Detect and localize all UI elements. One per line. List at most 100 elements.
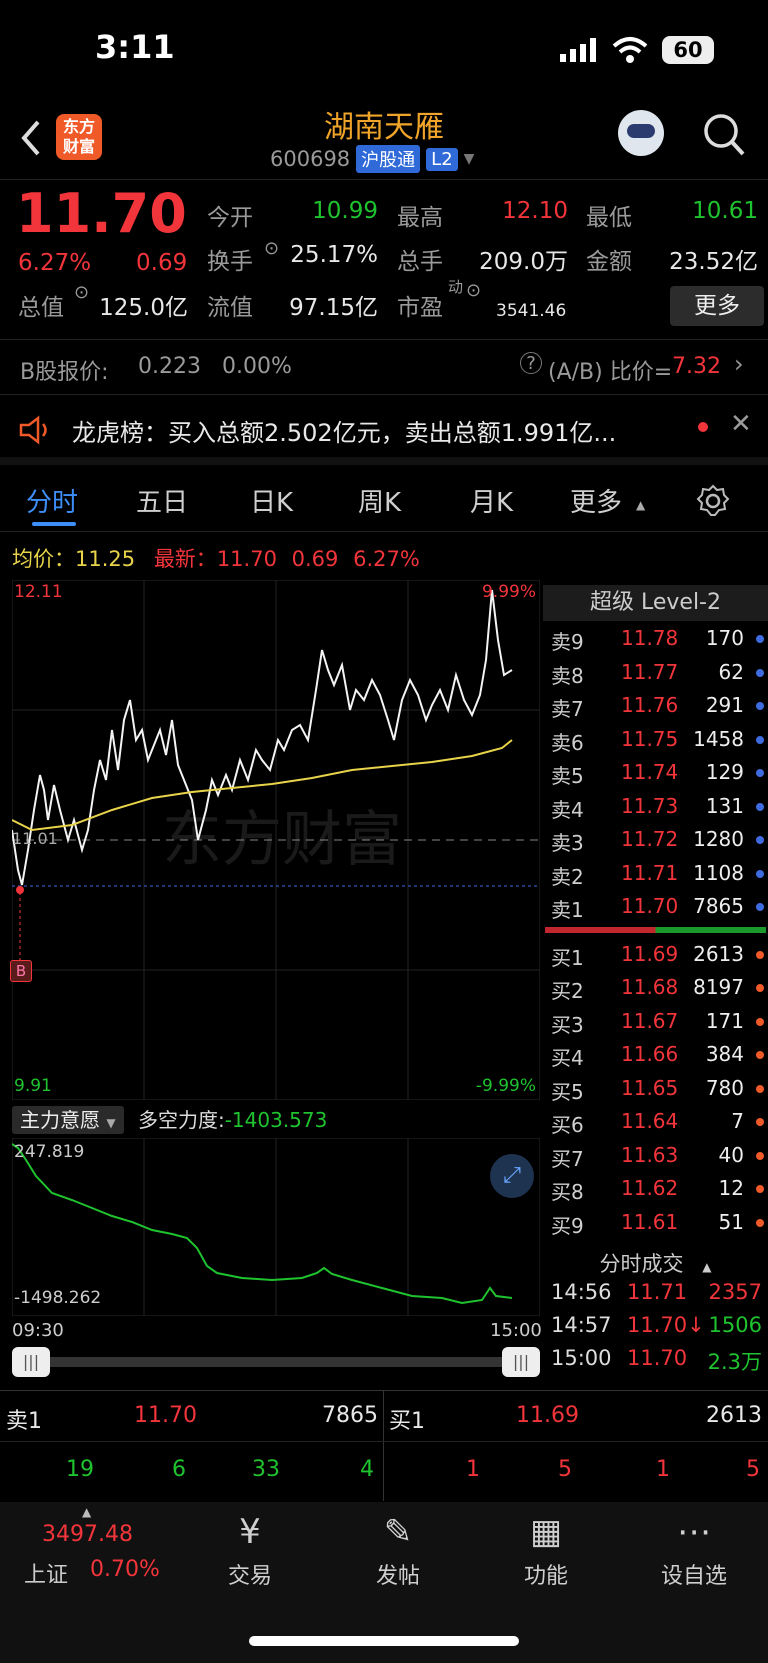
indicator-header: 主力意愿 ▼ 多空力度:-1403.573 [12,1104,327,1134]
ask-row[interactable]: 卖9 11.78 170 [543,621,768,655]
info-dots-icon[interactable]: ⊙ [264,238,279,259]
latest-pct: 6.27% [353,547,420,571]
settings-gear-icon[interactable] [696,484,730,518]
bid-row[interactable]: 买4 11.66 384 [543,1037,768,1071]
ask-row[interactable]: 卖6 11.75 1458 [543,722,768,756]
stock-code: 600698 [270,147,351,171]
more-button[interactable]: 更多 [670,286,764,326]
bid-row[interactable]: 买2 11.68 8197 [543,970,768,1004]
bid-row[interactable]: 买6 11.64 7 [543,1104,768,1138]
bid-row[interactable]: 买9 11.61 51 [543,1205,768,1239]
nav-functions[interactable]: ▦ 功能 [486,1512,606,1590]
bid-volume: 171 [705,1008,744,1033]
indicator-chart[interactable]: 247.819 -1498.262 ⤢ [11,1137,541,1317]
low-label: 最低 [586,205,632,231]
tick-trades[interactable]: 分时成交 ▲ 14:56 11.71 2357 14:57 11.70↓ 1506 15:0… [543,1248,768,1379]
avg-value: 11.25 [75,547,136,571]
order-dot [756,984,764,992]
trade-time: 15:00 [551,1346,612,1370]
ask-row[interactable]: 卖8 11.77 62 [543,655,768,689]
search-icon[interactable] [702,112,746,158]
index-name[interactable]: 上证 [24,1557,68,1589]
robot-assistant-icon[interactable] [618,110,664,156]
trade-price: 11.70 [627,1346,688,1370]
l1-bid-price: 11.69 [516,1403,579,1428]
nav-post[interactable]: ✎ 发帖 [338,1512,458,1590]
info-dots-icon[interactable]: ⊙ [74,282,89,303]
ask-row[interactable]: 卖4 11.73 131 [543,789,768,823]
bid-price: 11.69 [621,941,679,966]
change-pct: 6.27% [18,250,92,276]
b-share-label: B股报价: [20,360,109,385]
trade-time: 14:57 [551,1313,612,1337]
ask-row[interactable]: 卖2 11.71 1108 [543,856,768,890]
trades-title: 分时成交 ▲ [599,1252,712,1276]
b-share-pct: 0.00% [222,354,292,379]
ask-price: 11.74 [621,760,679,784]
chevron-up-icon: ▲ [82,1505,92,1519]
wifi-icon [612,37,648,63]
bid-row[interactable]: 买3 11.67 171 [543,1004,768,1038]
range-handle-left[interactable]: ||| [12,1347,50,1377]
pe-label: 市盈 [397,295,443,321]
chart-tabs: 分时 五日 日K 周K 月K 更多 ▲ [0,470,768,532]
bid-count: 1 [466,1457,480,1482]
order-dot [756,635,764,643]
ask-row[interactable]: 卖3 11.72 1280 [543,822,768,856]
ask-volume: 129 [705,760,744,784]
news-banner[interactable]: 龙虎榜：买入总额2.502亿元，卖出总额1.991亿... ✕ [0,395,768,465]
more-circle-icon: ⋯ [677,1512,711,1552]
bid-price: 11.61 [621,1209,679,1234]
ask-label: 卖3 [551,831,584,855]
ask-label: 卖6 [551,730,584,755]
stock-code-row[interactable]: 600698 沪股通 L2 ▼ [270,145,474,173]
bid-volume: 780 [705,1075,744,1100]
l1-ask-label: 卖1 [6,1409,42,1434]
tab-daily-k[interactable]: 日K [250,482,293,519]
order-dot [756,702,764,710]
bid-list: 买1 11.69 2613 买2 11.68 8197 买3 11.67 171 买4 11.66 3… [543,937,768,1239]
bid-row[interactable]: 买7 11.63 40 [543,1138,768,1172]
buy-marker[interactable]: B [10,960,32,982]
ask-volume: 1280 [693,827,744,851]
range-handle-right[interactable]: ||| [502,1347,540,1377]
info-dots-icon[interactable]: ⊙ [466,280,481,301]
change-amount: 0.69 [136,250,188,276]
tab-weekly-k[interactable]: 周K [358,482,401,519]
trade-row: 14:57 11.70↓ 1506 [543,1313,768,1346]
bid-row[interactable]: 买1 11.69 2613 [543,937,768,971]
ask-label: 卖4 [551,797,584,822]
tab-more[interactable]: 更多 [570,482,622,519]
index-value[interactable]: 3497.48 [42,1522,133,1547]
tab-5day[interactable]: 五日 [136,482,188,519]
ask-count: 33 [252,1457,280,1482]
bid-price: 11.68 [621,975,679,999]
order-dot [756,668,764,677]
latest-label: 最新： [153,547,217,571]
news-text: 龙虎榜：买入总额2.502亿元，卖出总额1.991亿... [72,419,617,447]
ask-row[interactable]: 卖7 11.76 291 [543,688,768,722]
tab-monthly-k[interactable]: 月K [470,482,513,519]
close-icon[interactable]: ✕ [730,409,752,439]
bid-row[interactable]: 买8 11.62 12 [543,1171,768,1205]
ask-row[interactable]: 卖1 11.70 7865 [543,889,768,923]
order-dot [756,802,764,811]
help-icon[interactable]: ? [520,352,542,374]
mktcap-value: 125.0亿 [99,295,188,321]
b-share-row[interactable]: B股报价: 0.223 0.00% ? (A/B) 比价= 7.32 › [0,340,768,395]
ask-row[interactable]: 卖5 11.74 129 [543,755,768,789]
ask-label: 卖9 [551,630,584,654]
time-range-track[interactable] [12,1357,540,1367]
bid-volume: 12 [718,1176,744,1200]
index-pct[interactable]: 0.70% [90,1557,160,1582]
intraday-chart[interactable]: 东方财富 12.11 9.99% 11.01 9.91 -9.99% B [10,579,541,1101]
nav-trade[interactable]: ¥ 交易 [190,1512,310,1590]
tab-intraday[interactable]: 分时 [26,482,78,519]
bid-row[interactable]: 买5 11.65 780 [543,1071,768,1105]
time-axis-end: 15:00 [490,1320,542,1341]
expand-icon[interactable]: ⤢ [490,1154,534,1198]
buy-marker-dot [16,886,24,894]
nav-add-watchlist[interactable]: ⋯ 设自选 [634,1512,754,1590]
indicator-selector[interactable]: 主力意愿 ▼ [12,1106,124,1134]
l1-bid-label: 买1 [389,1409,425,1434]
